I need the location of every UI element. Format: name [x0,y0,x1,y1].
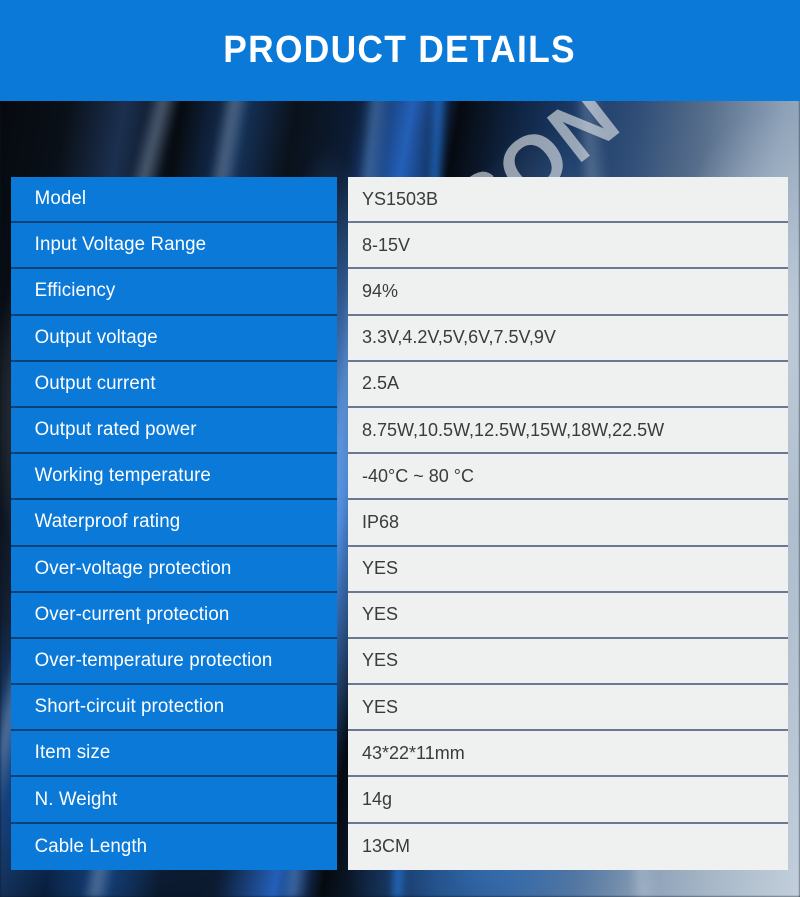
spec-value-text: 43*22*11mm [362,742,465,763]
spec-label-text: Output rated power [34,419,197,441]
spec-value-cell: 14g [348,777,788,824]
spec-label-text: Input Voltage Range [34,234,207,256]
spec-value-cell: YES [348,685,788,732]
spec-label-text: Efficiency [34,280,116,302]
table-row: Output current 2.5A [11,361,788,408]
spec-label-cell: Model [11,177,338,224]
spec-label-cell: Short-circuit protection [11,685,338,732]
spec-label-text: Over-voltage protection [34,557,232,579]
table-row: Short-circuit protection YES [11,685,788,732]
header-banner: PRODUCT DETAILS [0,0,800,101]
table-row: Output voltage 3.3V,4.2V,5V,6V,7.5V,9V [11,315,788,362]
table-row: Working temperature -40°C ~ 80 °C [11,454,788,501]
spec-label-cell: Efficiency [11,269,338,316]
spec-value-cell: 43*22*11mm [348,731,788,778]
spec-label-cell: Item size [11,731,338,778]
spec-value-cell: YES [348,546,788,593]
spec-value-cell: YES [348,592,788,639]
spec-value-text: 94% [362,280,399,301]
spec-label-cell: Output rated power [11,407,338,455]
spec-value-text: IP68 [362,511,400,532]
spec-value-text: 8.75W,10.5W,12.5W,15W,18W,22.5W [362,419,665,440]
table-row: Item size 43*22*11mm [11,731,788,778]
spec-value-cell: 8.75W,10.5W,12.5W,15W,18W,22.5W [348,407,788,455]
spec-value-text: 2.5A [362,373,400,394]
spec-value-text: YES [362,650,399,671]
spec-value-cell: 94% [348,269,788,316]
spec-label-text: Item size [34,742,111,764]
table-row: Efficiency 94% [11,269,788,316]
spec-value-text: YS1503B [362,188,439,209]
spec-label-text: Output current [34,372,156,394]
table-row: Output rated power 8.75W,10.5W,12.5W,15W,… [11,407,788,455]
spec-value-text: 8-15V [362,234,411,255]
spec-value-text: 13CM [362,836,411,857]
product-details-page: YASON YASON YASON PRODUCT DETAILS ModelY… [0,0,800,897]
spec-value-text: YES [362,604,399,625]
table-row: Input Voltage Range 8-15V [11,223,788,270]
table-row: Cable Length 13CM [11,823,788,870]
table-row: N. Weight 14g [11,777,788,824]
spec-label-text: Output voltage [34,326,158,348]
spec-value-cell: YS1503B [348,177,788,224]
spec-value-cell: 8-15V [348,223,788,270]
spec-value-text: YES [362,558,399,579]
spec-label-cell: Over-temperature protection [11,638,338,686]
spec-value-cell: 13CM [348,823,788,870]
spec-label-cell: Output current [11,361,338,408]
table-row: Model YS1503B [11,177,788,224]
spec-value-cell: 3.3V,4.2V,5V,6V,7.5V,9V [348,315,788,362]
spec-value-text: -40°C ~ 80 °C [362,465,474,486]
table-row: Over-temperature protection YES [11,638,788,686]
page-title: PRODUCT DETAILS [223,29,577,71]
spec-label-cell: Cable Length [11,823,338,870]
spec-label-cell: N. Weight [11,777,338,824]
spec-label-cell: Output voltage [11,315,338,362]
specification-table: Model YS1503B Input Voltage Range 8-15V Effi… [11,177,788,870]
spec-value-text: YES [362,696,399,717]
spec-label-cell: Waterproof rating [11,500,338,547]
spec-label-text: Working temperature [34,465,211,487]
spec-label-text: Over-temperature protection [34,649,273,671]
spec-value-cell: -40°C ~ 80 °C [348,454,788,501]
spec-value-cell: IP68 [348,500,788,547]
spec-value-cell: YES [348,638,788,686]
spec-value-cell: 2.5A [348,361,788,408]
spec-value-text: 3.3V,4.2V,5V,6V,7.5V,9V [362,327,556,348]
table-row: Over-voltage protection YES [11,546,788,593]
table-row: Waterproof rating IP68 [11,500,788,547]
spec-label-text: Over-current protection [34,603,230,625]
spec-label-text: Cable Length [34,835,148,857]
spec-label-text: Waterproof rating [34,511,181,533]
spec-label-text: Model [34,188,87,210]
spec-label-cell: Input Voltage Range [11,223,338,270]
spec-label-cell: Over-current protection [11,592,338,639]
table-row: Over-current protection YES [11,592,788,639]
spec-label-cell: Over-voltage protection [11,546,338,593]
spec-label-text: Short-circuit protection [34,696,225,718]
spec-value-text: 14g [362,789,393,810]
spec-label-text: N. Weight [34,788,118,810]
spec-label-cell: Working temperature [11,454,338,501]
